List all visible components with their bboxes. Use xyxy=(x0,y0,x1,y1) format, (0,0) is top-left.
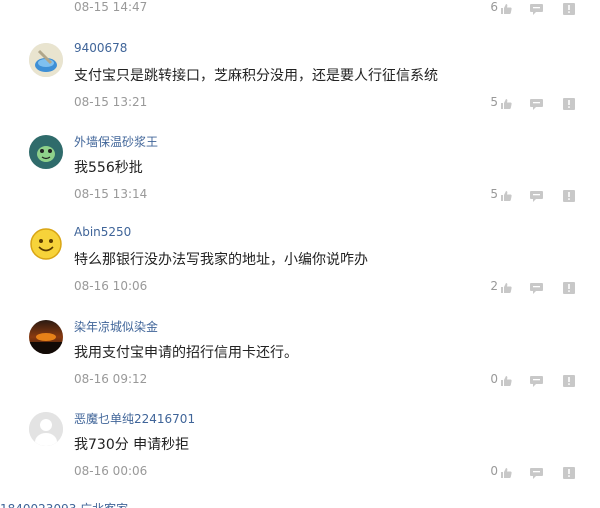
comment-item: 9400678 支付宝只是跳转接口，芝麻积分没用，还是要人行征信系统 08-15… xyxy=(0,41,600,133)
avatar[interactable] xyxy=(29,412,63,446)
like-count: 0 xyxy=(490,464,498,478)
comment-bubble-icon[interactable] xyxy=(530,187,543,202)
comment-item: Abin5250 特么那银行没办法写我家的地址，小编你说咋办 08-16 10:… xyxy=(0,225,600,317)
comment-meta-row: 08-16 09:12 0 xyxy=(0,372,600,388)
like-count: 5 xyxy=(490,187,498,201)
comment-meta-row: 08-15 13:14 5 xyxy=(0,187,600,203)
thumbs-up-icon[interactable] xyxy=(500,187,512,201)
comment-meta-row: 08-16 10:06 2 xyxy=(0,279,600,295)
report-flag-icon[interactable] xyxy=(563,187,575,202)
comment-text: 我730分 申请秒拒 xyxy=(74,437,190,453)
comment-time: 08-16 09:12 xyxy=(74,372,148,386)
thumbs-up-icon[interactable] xyxy=(500,0,512,14)
avatar[interactable] xyxy=(29,43,63,77)
comment-time: 08-16 10:06 xyxy=(74,279,148,293)
comment-item-partial-top: 08-15 14:47 6 xyxy=(0,0,600,38)
avatar[interactable] xyxy=(29,135,63,169)
comment-username[interactable]: 外墙保温砂浆王 xyxy=(74,133,158,150)
comment-username[interactable]: Abin5250 xyxy=(74,225,131,239)
comment-time: 08-15 13:14 xyxy=(74,187,148,201)
comment-username[interactable]: 9400678 xyxy=(74,41,127,55)
comment-meta-row: 08-16 00:06 0 xyxy=(0,464,600,480)
comment-item: 染年凉城似染金 我用支付宝申请的招行信用卡还行。 08-16 09:12 0 xyxy=(0,318,600,410)
like-count: 2 xyxy=(490,279,498,293)
comment-bubble-icon[interactable] xyxy=(530,279,543,294)
report-flag-icon[interactable] xyxy=(563,372,575,387)
comment-item: 外墙保温砂浆王 我556秒批 08-15 13:14 5 xyxy=(0,133,600,225)
comment-time: 08-15 14:47 xyxy=(74,0,148,14)
comment-text: 我556秒批 xyxy=(74,160,143,176)
like-count: 6 xyxy=(490,0,498,14)
comment-username[interactable]: 染年凉城似染金 xyxy=(74,318,158,335)
comment-item: 恶魔乜单纯22416701 我730分 申请秒拒 08-16 00:06 0 xyxy=(0,410,600,502)
thumbs-up-icon[interactable] xyxy=(500,95,512,109)
comment-time: 08-15 13:21 xyxy=(74,95,148,109)
comment-bubble-icon[interactable] xyxy=(530,95,543,110)
report-flag-icon[interactable] xyxy=(563,95,575,110)
like-count: 0 xyxy=(490,372,498,386)
like-count: 5 xyxy=(490,95,498,109)
thumbs-up-icon[interactable] xyxy=(500,279,512,293)
comment-bubble-icon[interactable] xyxy=(530,372,543,387)
comment-text: 特么那银行没办法写我家的地址，小编你说咋办 xyxy=(74,252,368,268)
comment-username[interactable]: 恶魔乜单纯22416701 xyxy=(74,410,195,427)
report-flag-icon[interactable] xyxy=(563,279,575,294)
report-flag-icon[interactable] xyxy=(563,464,575,479)
comment-text: 支付宝只是跳转接口，芝麻积分没用，还是要人行征信系统 xyxy=(74,68,438,84)
report-flag-icon[interactable] xyxy=(563,0,575,15)
comment-item-partial-bottom: 1840023093 广北客家 xyxy=(0,492,600,508)
comment-username[interactable]: 1840023093 广北客家 xyxy=(0,500,128,508)
comment-text: 我用支付宝申请的招行信用卡还行。 xyxy=(74,345,298,361)
comment-bubble-icon[interactable] xyxy=(530,464,543,479)
avatar[interactable] xyxy=(29,227,63,261)
thumbs-up-icon[interactable] xyxy=(500,464,512,478)
avatar[interactable] xyxy=(29,320,63,354)
comment-meta-row: 08-15 14:47 6 xyxy=(0,0,600,16)
thumbs-up-icon[interactable] xyxy=(500,372,512,386)
comment-meta-row: 08-15 13:21 5 xyxy=(0,95,600,111)
comment-bubble-icon[interactable] xyxy=(530,0,543,15)
comment-time: 08-16 00:06 xyxy=(74,464,148,478)
